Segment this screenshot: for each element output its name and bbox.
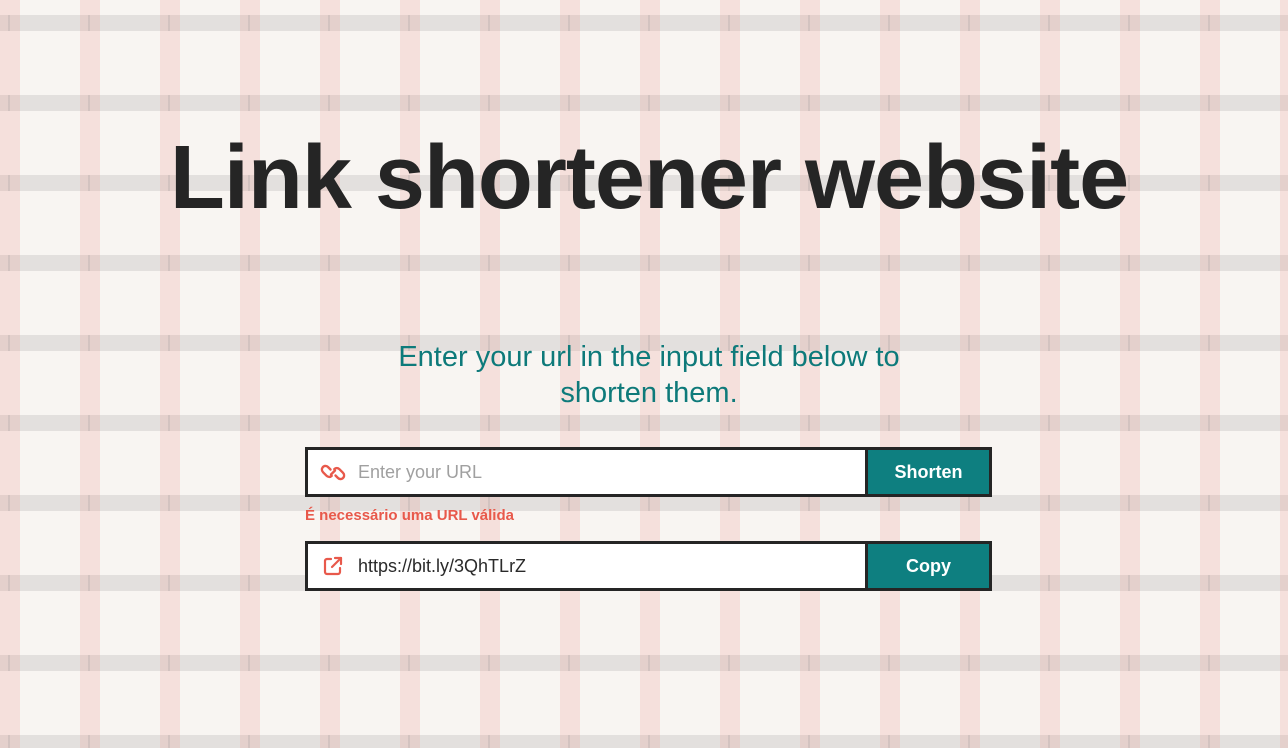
copy-button[interactable]: Copy [865,544,989,588]
url-input[interactable] [358,450,865,494]
error-message: É necessário uma URL válida [305,507,514,524]
short-url-text[interactable]: https://bit.ly/3QhTLrZ [358,544,865,588]
page-title: Link shortener website [169,128,1129,228]
subtitle-line-2: shorten them. [560,377,738,409]
shorten-form: Shorten [305,447,992,497]
link-icon [308,450,358,494]
result-row: https://bit.ly/3QhTLrZ Copy [305,541,992,591]
shorten-button[interactable]: Shorten [865,450,989,494]
external-link-icon [308,544,358,588]
page-subtitle: Enter your url in the input field below … [0,339,1288,411]
subtitle-line-1: Enter your url in the input field below … [398,341,900,373]
